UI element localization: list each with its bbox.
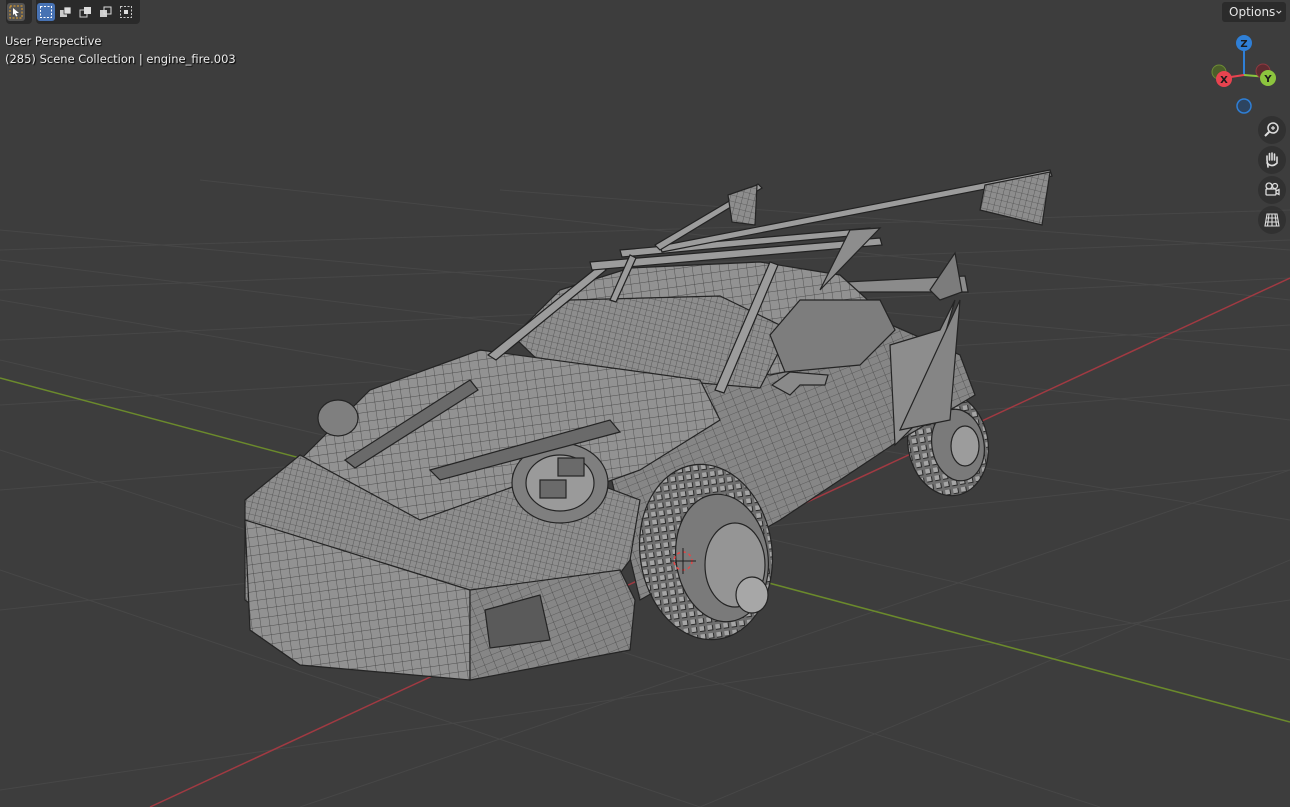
car-mesh[interactable] bbox=[244, 169, 1053, 681]
neg-z-axis-icon[interactable] bbox=[1236, 98, 1252, 114]
cursor-select-icon[interactable] bbox=[7, 3, 25, 21]
collection-label: (285) Scene Collection | engine_fire.003 bbox=[5, 52, 236, 66]
3d-viewport[interactable]: Options User Perspective (285) Scene Col… bbox=[0, 0, 1290, 807]
zoom-icon[interactable] bbox=[1258, 116, 1286, 144]
select-intersect-icon[interactable] bbox=[117, 3, 135, 21]
select-box-icon[interactable] bbox=[37, 3, 55, 21]
options-label: Options bbox=[1229, 5, 1276, 19]
select-extend-icon[interactable] bbox=[57, 3, 75, 21]
perspective-label: User Perspective bbox=[5, 34, 102, 48]
scene-canvas[interactable] bbox=[0, 0, 1290, 807]
grid-ortho-icon[interactable] bbox=[1258, 206, 1286, 234]
hand-pan-icon[interactable] bbox=[1258, 146, 1286, 174]
select-mode-group bbox=[36, 0, 140, 24]
x-axis-label: X bbox=[1220, 75, 1228, 86]
z-axis-label: Z bbox=[1240, 39, 1247, 50]
options-dropdown[interactable]: Options bbox=[1222, 2, 1286, 22]
navigation-gizmo[interactable]: Z Y X bbox=[1206, 32, 1286, 118]
tweak-tool-group bbox=[6, 0, 32, 24]
select-subtract-icon[interactable] bbox=[77, 3, 95, 21]
select-invert-icon[interactable] bbox=[97, 3, 115, 21]
y-axis-label: Y bbox=[1263, 74, 1272, 85]
chevron-down-icon bbox=[1276, 10, 1282, 14]
camera-view-icon[interactable] bbox=[1258, 176, 1286, 204]
